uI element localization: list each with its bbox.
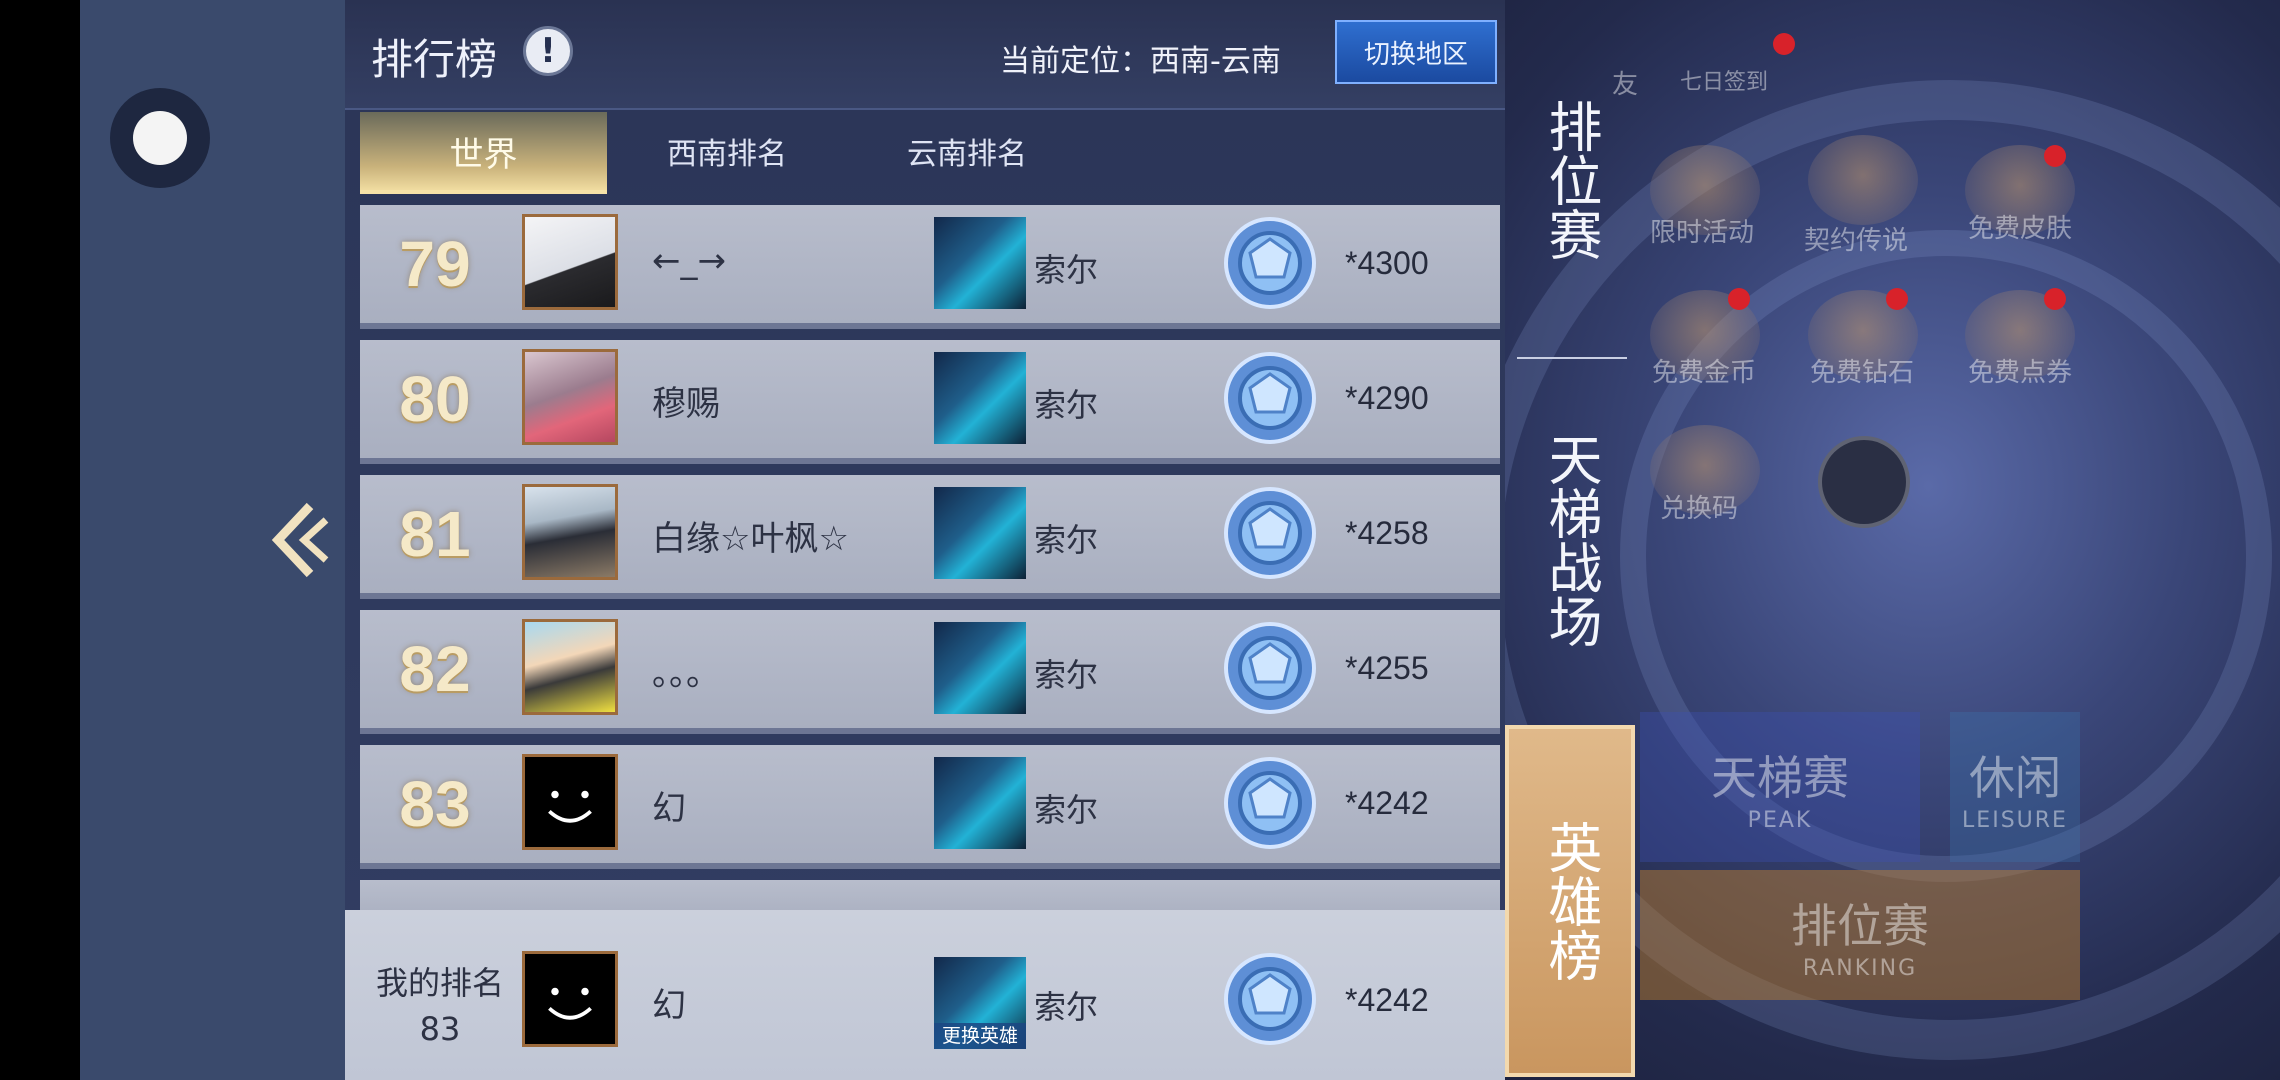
side-tab-ladder[interactable]: 天梯战场	[1505, 410, 1635, 670]
page-title: 排行榜	[371, 35, 498, 84]
table-row[interactable]: 83 幻 索尔 *4242	[360, 745, 1500, 869]
back-chevron-icon[interactable]	[270, 500, 330, 580]
hero-portrait[interactable]	[934, 622, 1026, 714]
rank-number: 81	[399, 498, 471, 570]
avatar[interactable]	[522, 349, 618, 445]
menu-item-label: 免费金币	[1652, 358, 1757, 388]
hero-portrait[interactable]: 更换英雄	[934, 957, 1026, 1049]
avatar[interactable]	[522, 619, 618, 715]
tab-southwest[interactable]: 西南排名	[607, 112, 847, 190]
smiley-avatar-icon	[548, 790, 592, 823]
sound-icon[interactable]	[1818, 436, 1910, 528]
ranking-mode-button[interactable]: 排位赛 RANKING	[1640, 870, 2080, 1000]
player-name: 。。。	[652, 654, 720, 694]
tab-world[interactable]: 世界	[360, 112, 607, 194]
menu-item-label: 契约传说	[1804, 226, 1909, 256]
contract-legend-icon[interactable]	[1808, 135, 1918, 225]
ladder-mode-label: 天梯赛	[1711, 750, 1849, 805]
switch-region-button[interactable]: 切换地区	[1335, 20, 1497, 84]
hero-portrait[interactable]	[934, 352, 1026, 444]
hero-portrait[interactable]	[934, 217, 1026, 309]
ranking-mode-sub: RANKING	[1802, 955, 1918, 981]
score: *4255	[1345, 650, 1429, 686]
my-rank-row: 我的排名 83 幻 更换英雄 索尔 *4242	[345, 910, 1505, 1080]
table-row[interactable]: 80 穆赐 索尔 *4290	[360, 340, 1500, 464]
hero-name: 索尔	[1034, 791, 1099, 829]
avatar[interactable]	[522, 214, 618, 310]
player-name: ←_→	[652, 241, 726, 281]
change-hero-button[interactable]: 更换英雄	[934, 1023, 1026, 1049]
tab-yunnan[interactable]: 云南排名	[847, 112, 1087, 190]
ranking-mode-label: 排位赛	[1791, 898, 1929, 953]
player-name: 穆赐	[652, 384, 720, 424]
current-location: 当前定位：西南-云南	[1000, 44, 1281, 79]
player-name: 幻	[652, 986, 686, 1026]
menu-item-label: 限时活动	[1650, 218, 1755, 248]
notification-dot	[1728, 288, 1750, 310]
table-row[interactable]: 81 白缘☆叶枫☆ 索尔 *4258	[360, 475, 1500, 599]
rank-tabs: 世界 西南排名 云南排名	[360, 112, 1490, 194]
smiley-avatar-icon	[548, 987, 592, 1020]
rank-number: 80	[399, 363, 471, 435]
ladder-mode-sub: PEAK	[1747, 807, 1813, 833]
hero-name: 索尔	[1034, 386, 1099, 424]
my-rank-title: 我的排名	[375, 964, 504, 1002]
hero-name: 索尔	[1034, 521, 1099, 559]
rank-number: 83	[399, 768, 471, 840]
record-icon	[133, 111, 187, 165]
side-divider	[1517, 357, 1627, 359]
my-rank-number: 83	[419, 1010, 461, 1048]
side-tabs: 排位赛 天梯战场 英雄榜	[1505, 0, 1635, 1080]
notification-dot	[1886, 288, 1908, 310]
avatar[interactable]	[522, 951, 618, 1047]
side-tab-ranked[interactable]: 排位赛	[1505, 80, 1635, 280]
leisure-mode-sub: LEISURE	[1962, 807, 2068, 833]
menu-item-label: 免费钻石	[1810, 358, 1915, 388]
info-icon[interactable]: !	[523, 26, 573, 76]
hero-portrait[interactable]	[934, 757, 1026, 849]
rank-badge-icon	[1224, 953, 1316, 1045]
hero-name: 索尔	[1034, 251, 1099, 289]
score: *4242	[1345, 785, 1429, 821]
menu-checkin-label[interactable]: 七日签到	[1680, 64, 1768, 96]
rank-number: 82	[399, 633, 471, 705]
hero-name: 索尔	[1034, 656, 1099, 694]
menu-item-label: 免费点券	[1968, 358, 2073, 388]
menu-item-label: 兑换码	[1660, 494, 1739, 524]
rank-number: 79	[399, 228, 471, 300]
side-tab-hero-board[interactable]: 英雄榜	[1505, 725, 1635, 1077]
leisure-mode-label: 休闲	[1969, 750, 2061, 805]
record-button[interactable]	[110, 88, 210, 188]
table-row[interactable]: 79 ←_→ 索尔 *4300	[360, 205, 1500, 329]
rank-badge-icon	[1224, 622, 1316, 714]
rank-badge-icon	[1224, 757, 1316, 849]
menu-item-label: 免费皮肤	[1968, 214, 2073, 244]
rank-badge-icon	[1224, 487, 1316, 579]
leaderboard-panel: 排行榜 ! 当前定位：西南-云南 切换地区 世界 西南排名 云南排名 79 ←_…	[345, 0, 1505, 1080]
score: *4242	[1345, 982, 1429, 1018]
score: *4258	[1345, 515, 1429, 551]
player-name: 白缘☆叶枫☆	[652, 519, 849, 559]
hero-portrait[interactable]	[934, 487, 1026, 579]
table-row[interactable]: 82 。。。 索尔 *4255	[360, 610, 1500, 734]
rank-badge-icon	[1224, 352, 1316, 444]
my-rank-label: 我的排名 83	[365, 960, 515, 1052]
panel-header: 排行榜 ! 当前定位：西南-云南 切换地区	[345, 0, 1505, 110]
rank-badge-icon	[1224, 217, 1316, 309]
avatar[interactable]	[522, 484, 618, 580]
avatar[interactable]	[522, 754, 618, 850]
leisure-mode-button[interactable]: 休闲 LEISURE	[1950, 712, 2080, 862]
score: *4300	[1345, 245, 1429, 281]
notification-dot	[1773, 33, 1795, 55]
score: *4290	[1345, 380, 1429, 416]
hero-name: 索尔	[1034, 988, 1099, 1026]
player-name: 幻	[652, 789, 686, 829]
ladder-mode-button[interactable]: 天梯赛 PEAK	[1640, 712, 1920, 862]
notification-dot	[2044, 145, 2066, 167]
notification-dot	[2044, 288, 2066, 310]
